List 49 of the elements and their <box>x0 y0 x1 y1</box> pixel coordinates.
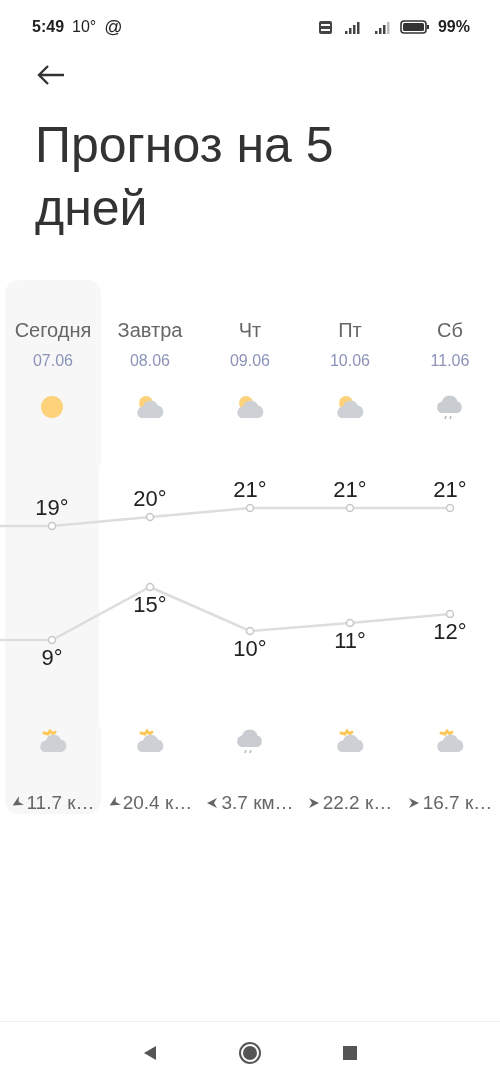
temperature-label: 21° <box>333 477 367 502</box>
data-point <box>145 512 155 522</box>
wind-speed: 3.7 км… <box>221 791 294 815</box>
day-date: 08.06 <box>129 351 170 371</box>
temperature-label: 12° <box>433 619 467 644</box>
data-point <box>47 635 57 645</box>
temperature-label: 11° <box>334 628 366 653</box>
back-icon[interactable] <box>36 64 66 86</box>
temperature-label: 19° <box>35 495 69 520</box>
temperature-label: 9° <box>41 645 63 670</box>
status-at-sign: @ <box>104 15 123 39</box>
temperature-label: 15° <box>133 592 167 617</box>
day-name: Сб <box>437 318 463 342</box>
data-point <box>345 618 355 628</box>
page-title: Прогноз на 5 дней <box>34 116 335 238</box>
battery-icon <box>399 20 430 34</box>
day-name: Сегодня <box>14 318 92 342</box>
temperature-label: 21° <box>433 477 467 502</box>
data-point <box>345 503 355 513</box>
day-tab[interactable]: Завтра 08.06 <box>100 280 200 465</box>
home-button[interactable] <box>238 1040 262 1065</box>
day-tab[interactable]: Сб 11.06 <box>400 280 500 465</box>
day-date: 09.06 <box>229 351 270 371</box>
day-date: 07.06 <box>32 351 73 371</box>
data-point <box>47 521 57 531</box>
temperature-label: 20° <box>133 486 167 511</box>
data-point <box>145 582 155 592</box>
data-point <box>245 626 255 636</box>
temperature-label: 21° <box>233 477 267 502</box>
status-time: 5:49 <box>32 17 65 37</box>
wind-speed: 22.2 к… <box>322 791 393 815</box>
temperature-label: 10° <box>233 636 267 661</box>
volte-icon <box>318 20 332 34</box>
day-date: 10.06 <box>329 351 370 371</box>
day-tab[interactable]: Сегодня 07.06 <box>5 280 101 465</box>
wind-speed: 11.7 к… <box>26 791 95 815</box>
day-name: Чт <box>238 318 262 342</box>
day-name: Завтра <box>117 318 183 342</box>
data-point <box>445 503 455 513</box>
day-name: Пт <box>338 318 362 342</box>
day-date: 11.06 <box>430 351 470 371</box>
battery-percent: 99% <box>437 17 470 37</box>
day-tab[interactable]: Пт 10.06 <box>300 280 400 465</box>
wind-speed: 16.7 к… <box>422 791 493 815</box>
status-temperature: 10° <box>72 17 97 37</box>
data-point <box>445 609 455 619</box>
data-point <box>245 503 255 513</box>
day-tab[interactable]: Чт 09.06 <box>200 280 300 465</box>
wind-speed: 20.4 к… <box>122 791 193 815</box>
